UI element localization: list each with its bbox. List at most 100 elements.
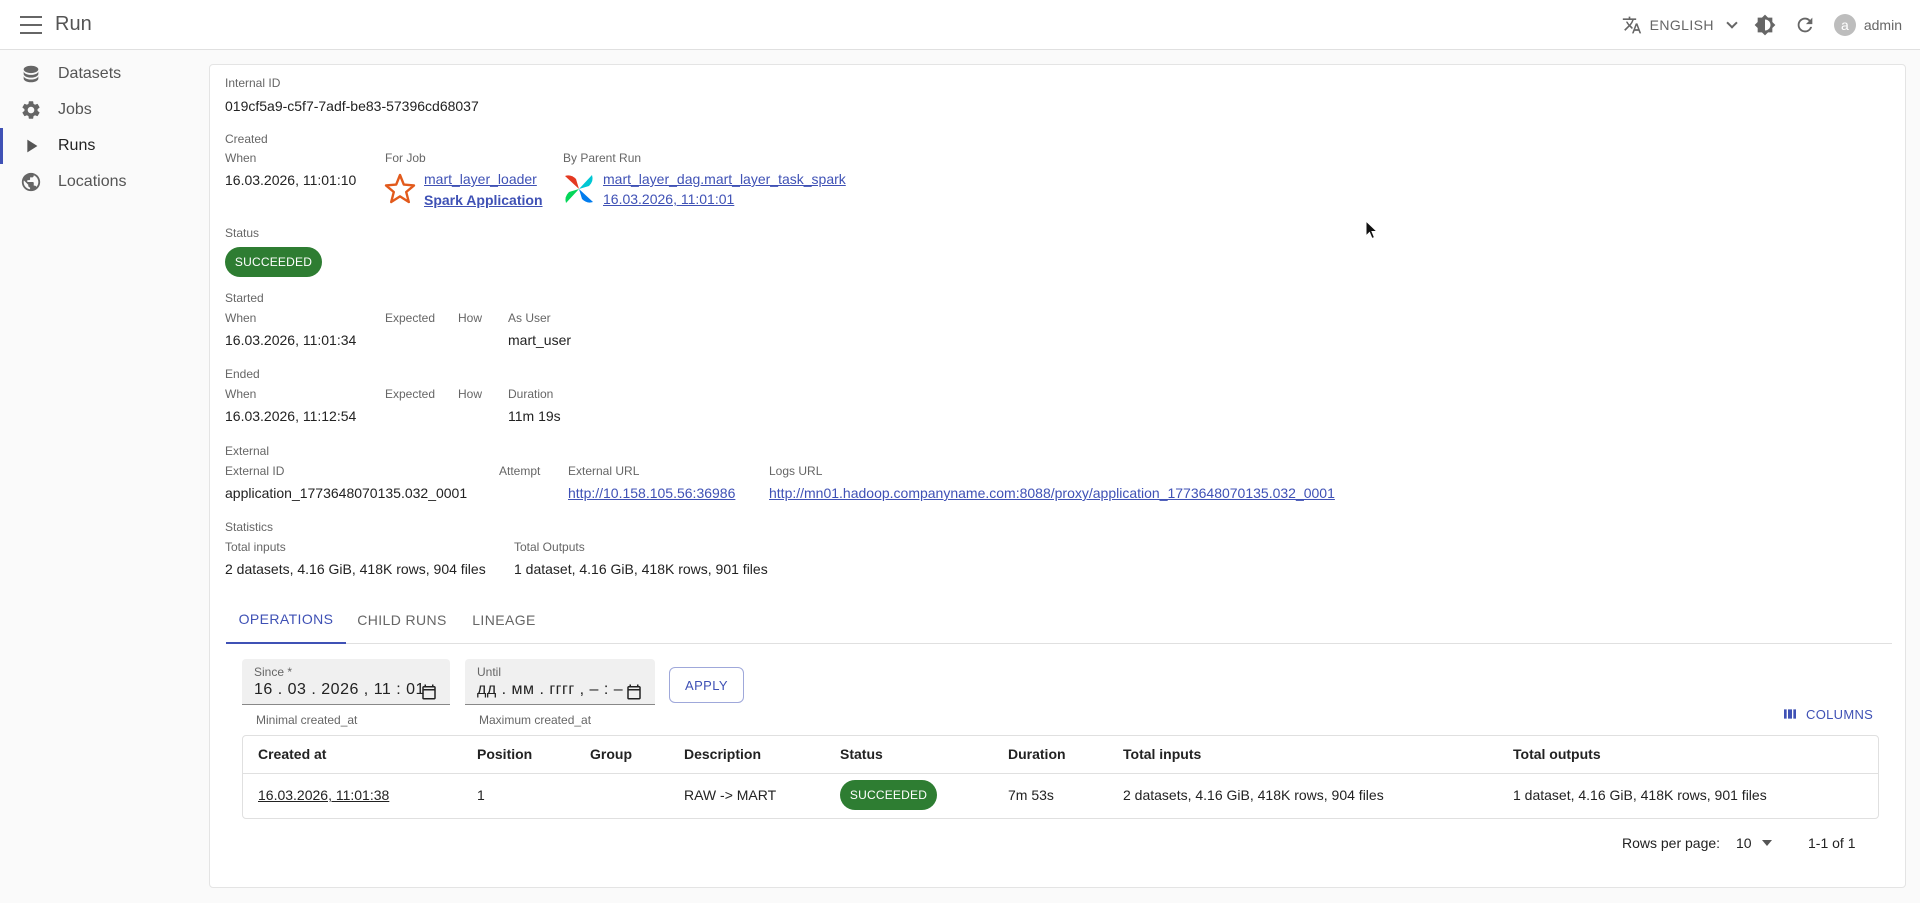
airflow-icon — [565, 175, 593, 203]
menu-icon[interactable] — [20, 15, 42, 34]
page-title: Run — [55, 13, 92, 35]
theme-toggle-icon[interactable] — [1754, 14, 1776, 36]
cell-created-at-link[interactable]: 16.03.2026, 11:01:38 — [258, 787, 389, 803]
as-user-label: As User — [508, 311, 551, 325]
as-user-value: mart_user — [508, 332, 572, 348]
ended-expected-label: Expected — [385, 387, 436, 401]
until-field-value: дд . мм . гггг , – : – — [477, 681, 624, 698]
logs-url-link[interactable]: http://mn01.hadoop.companyname.com:8088/… — [769, 485, 1335, 501]
pagination-range: 1-1 of 1 — [1808, 835, 1856, 851]
parent-run-label: By Parent Run — [563, 151, 642, 165]
user-menu[interactable]: a admin — [1833, 14, 1902, 36]
caret-down-icon — [1761, 840, 1772, 846]
column-header-status[interactable]: Status — [840, 746, 883, 762]
sidebar-item-runs[interactable]: Runs — [0, 128, 200, 164]
ended-section-label: Ended — [225, 367, 260, 381]
external-section-label: External — [225, 444, 270, 458]
database-icon — [20, 63, 42, 85]
total-inputs-value: 2 datasets, 4.16 GiB, 418K rows, 904 fil… — [225, 561, 486, 577]
column-header-total-outputs[interactable]: Total outputs — [1513, 746, 1601, 762]
created-when-value: 16.03.2026, 11:01:10 — [225, 172, 357, 188]
internal-id-value: 019cf5a9-c5f7-7adf-be83-57396cd68037 — [225, 98, 479, 114]
external-url-label: External URL — [568, 464, 640, 478]
operations-table: Created at Position Group Description St… — [242, 735, 1879, 819]
spark-star-icon — [384, 173, 416, 204]
tab-child-runs[interactable]: CHILD RUNS — [346, 596, 458, 644]
table-header-row: Created at Position Group Description St… — [243, 736, 1878, 774]
status-badge: SUCCEEDED — [225, 247, 322, 277]
chevron-down-icon — [1726, 17, 1738, 29]
cell-duration: 7m 53s — [1008, 787, 1054, 803]
calendar-icon[interactable] — [625, 683, 643, 701]
external-url-link[interactable]: http://10.158.105.56:36986 — [568, 485, 735, 501]
external-id-value: application_1773648070135.032_0001 — [225, 485, 468, 501]
external-id-label: External ID — [225, 464, 285, 478]
user-name: admin — [1863, 17, 1902, 33]
job-type-link[interactable]: Spark Application — [424, 192, 543, 208]
rows-per-page-select[interactable]: 10 — [1736, 835, 1772, 851]
table-row[interactable]: 16.03.2026, 11:01:38 1 RAW -> MART SUCCE… — [243, 774, 1878, 819]
calendar-icon[interactable] — [420, 683, 438, 701]
created-when-label: When — [225, 151, 257, 165]
total-inputs-label: Total inputs — [225, 540, 286, 554]
globe-icon — [20, 171, 42, 193]
sidebar-item-jobs[interactable]: Jobs — [0, 92, 200, 128]
column-header-description[interactable]: Description — [684, 746, 761, 762]
since-field-label: Since * — [254, 665, 293, 679]
apply-button[interactable]: APPLY — [669, 667, 744, 703]
language-label: ENGLISH — [1649, 17, 1714, 33]
sidebar-item-label: Datasets — [58, 65, 122, 82]
column-header-duration[interactable]: Duration — [1008, 746, 1066, 762]
tab-lineage[interactable]: LINEAGE — [458, 596, 550, 644]
play-icon — [20, 135, 42, 157]
attempt-label: Attempt — [499, 464, 541, 478]
created-section-label: Created — [225, 132, 268, 146]
columns-button-label: COLUMNS — [1806, 706, 1874, 722]
language-selector[interactable]: ENGLISH — [1622, 15, 1738, 35]
job-name-link[interactable]: mart_layer_loader — [424, 171, 537, 187]
run-details-card: Internal ID 019cf5a9-c5f7-7adf-be83-5739… — [209, 64, 1906, 888]
column-header-total-inputs[interactable]: Total inputs — [1123, 746, 1201, 762]
avatar: a — [1833, 14, 1856, 36]
cell-position: 1 — [477, 787, 485, 803]
for-job-label: For Job — [385, 151, 426, 165]
columns-button[interactable]: COLUMNS — [1782, 703, 1873, 725]
ended-when-label: When — [225, 387, 257, 401]
rows-per-page-label: Rows per page: — [1622, 835, 1721, 851]
sidebar: Datasets Jobs Runs Locations — [0, 56, 200, 200]
since-field[interactable]: Since * 16 . 03 . 2026 , 11 : 01 — [242, 659, 450, 705]
sidebar-item-label: Jobs — [58, 101, 92, 118]
started-when-value: 16.03.2026, 11:01:34 — [225, 332, 357, 348]
started-section-label: Started — [225, 291, 264, 305]
ended-how-label: How — [458, 387, 483, 401]
parent-run-time-link[interactable]: 16.03.2026, 11:01:01 — [603, 191, 734, 207]
sidebar-item-label: Locations — [58, 173, 127, 190]
sidebar-item-datasets[interactable]: Datasets — [0, 56, 200, 92]
duration-label: Duration — [508, 387, 554, 401]
total-outputs-label: Total Outputs — [514, 540, 585, 554]
sidebar-item-locations[interactable]: Locations — [0, 164, 200, 200]
since-field-value: 16 . 03 . 2026 , 11 : 01 — [254, 681, 425, 698]
columns-icon — [1784, 709, 1796, 719]
duration-value: 11m 19s — [508, 408, 561, 424]
mouse-cursor-icon — [1365, 220, 1379, 240]
refresh-icon[interactable] — [1794, 14, 1816, 36]
started-expected-label: Expected — [385, 311, 436, 325]
gear-icon — [20, 99, 42, 121]
logs-url-label: Logs URL — [769, 464, 823, 478]
tab-operations[interactable]: OPERATIONS — [226, 596, 346, 644]
started-when-label: When — [225, 311, 257, 325]
translate-icon — [1622, 16, 1641, 34]
column-header-position[interactable]: Position — [477, 746, 532, 762]
until-helper-text: Maximum created_at — [479, 713, 592, 727]
app-bar: Run ENGLISH a admin — [0, 0, 1920, 50]
run-tabs: OPERATIONS CHILD RUNS LINEAGE — [226, 596, 1892, 644]
started-how-label: How — [458, 311, 483, 325]
until-field-label: Until — [477, 665, 502, 679]
since-helper-text: Minimal created_at — [256, 713, 358, 727]
rows-per-page-value: 10 — [1736, 835, 1752, 851]
parent-run-name-link[interactable]: mart_layer_dag.mart_layer_task_spark — [603, 171, 846, 187]
column-header-created-at[interactable]: Created at — [258, 746, 326, 762]
column-header-group[interactable]: Group — [590, 746, 632, 762]
until-field[interactable]: Until дд . мм . гггг , – : – — [465, 659, 655, 705]
